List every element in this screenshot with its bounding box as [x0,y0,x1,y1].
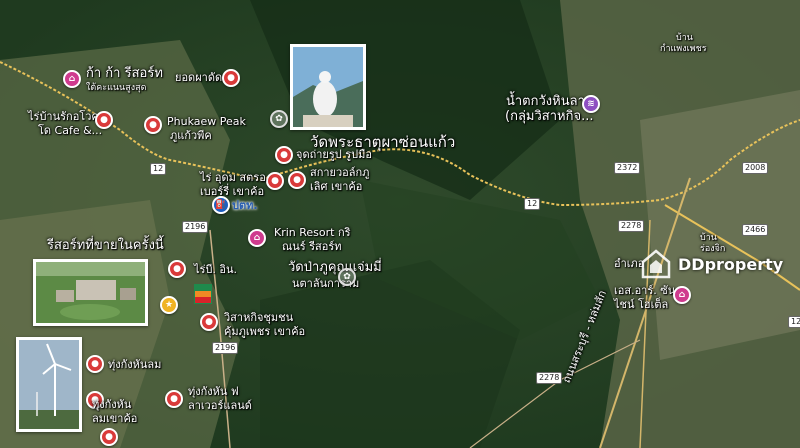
label-resort-sale: รีสอร์ทที่ขายในครั้งนี้ [47,238,164,253]
label-tungkanglom-fl-2: ลาเวอร์แลนด์ [188,399,252,412]
photo-pin-rai-in[interactable]: ● [168,260,186,278]
label-phukaew-1[interactable]: Phukaew Peak [167,115,246,128]
wind-turbine-photo[interactable] [16,337,82,432]
label-namtok-1[interactable]: น้ำตกวังหินลาด [506,94,593,109]
photo-pin-raiudom[interactable]: ● [266,172,284,190]
satellite-map[interactable]: ก้า ก้า รีสอร์ท ใต้คะแนนสูงสุด ⌂ ยอดผาดั… [0,0,800,448]
cafe-pin-raibanrak[interactable]: ● [95,111,113,129]
label-krin-1[interactable]: Krin Resort กริ [274,226,351,239]
label-raibanrak-2[interactable]: โด Cafe &... [38,124,102,137]
label-sakaya-1[interactable]: สกายวอล์กภู [310,166,369,179]
road-shield-2278-b: 2278 [536,372,563,384]
ddproperty-wordmark: DDproperty [678,254,784,274]
road-shield-2196-a: 2196 [182,221,209,233]
photo-pin-tungkanglom-flower[interactable]: ● [165,390,183,408]
photo-pin-viewpoint[interactable]: ● [275,146,293,164]
road-shield-2466: 2466 [742,224,769,236]
hotel-pin-kakaresort[interactable]: ⌂ [63,70,81,88]
label-wat2-1[interactable]: วัดป่าภูคุณแจ่มมี่ [288,260,382,275]
label-sakaya-2: เลิศ เขาค้อ [310,180,363,193]
label-kakaresort-sub: ใต้คะแนนสูงสุด [86,83,147,93]
label-raiudom-1[interactable]: ไร่ อุดม สตรอ [200,171,266,184]
wind-turbine-image [19,340,79,429]
label-witsahakit-2: คุ้มภูเพชร เขาค้อ [224,325,306,338]
label-sr-1[interactable]: เอส.อาร์. ซัน [614,284,675,297]
label-viewpoint[interactable]: จุดถ่ายรูป รูปมือ [296,148,372,161]
label-raiudom-2: เบอร์รี่ เขาค้อ [200,185,265,198]
ddproperty-watermark: DDproperty [640,248,783,280]
label-namtok-2: (กลุ่มวิสาหกิจ... [505,109,594,124]
photo-pin-witsahakit[interactable]: ● [200,313,218,331]
label-ban-kamphet-2: กำแพงเพชร [660,44,707,54]
label-ban-kamphet-1: บ้าน [676,33,693,43]
convenience-store-icon[interactable] [194,284,212,304]
label-witsahakit-1[interactable]: วิสาหกิจชุมชน [224,311,293,324]
label-ptt[interactable]: ปตท. [232,199,258,212]
gas-station-pin[interactable]: ⛽ [212,196,230,214]
hotel-pin-sr[interactable]: ⌂ [673,286,691,304]
label-sr-2: ไชน์ โฮเต็ล [614,298,669,311]
landmark-pin-wat[interactable]: ✿ [270,110,288,128]
label-tungkanglom2-2: ลมเขาค้อ [92,412,138,425]
photo-pin-tungkanglom[interactable]: ● [86,355,104,373]
label-tungkanglom2-1[interactable]: ทุ่งกังหัน [92,398,131,411]
temple-photo[interactable] [290,44,366,130]
label-rai-in[interactable]: ไร่บี. อิน. [194,263,237,276]
star-pin[interactable]: ★ [160,296,178,314]
road-shield-2372: 2372 [614,162,641,174]
photo-pin-sakaya[interactable]: ● [288,171,306,189]
road-shield-2196-b: 2196 [212,342,239,354]
road-shield-12-c: 12 [788,316,800,328]
label-tungkanglom[interactable]: ทุ่งกังหันลม [108,358,161,371]
road-shield-12-b: 12 [524,198,541,210]
road-shield-2278-a: 2278 [618,220,645,232]
photo-pin-bottom[interactable]: ● [100,428,118,446]
label-ban-right-1: บ้าน [700,233,717,243]
temple-image [293,47,363,127]
label-yodphadet[interactable]: ยอดผาดัด [175,71,222,84]
label-tungkanglom-fl-1[interactable]: ทุ่งกังหัน ฟ [188,385,239,398]
resort-image [36,262,145,323]
landmark-pin-wat2[interactable]: ✿ [338,268,356,286]
road-shield-2008: 2008 [742,162,769,174]
road-shield-12-a: 12 [150,163,167,175]
photo-pin-phukaew[interactable]: ● [144,116,162,134]
label-raibanrak-1[interactable]: ไร่บ้านรักอโวคา [28,110,105,123]
label-krin-2: ณนร์ รีสอร์ท [282,240,342,253]
resort-photo[interactable] [33,259,148,326]
label-kakaresort[interactable]: ก้า ก้า รีสอร์ท [86,66,163,81]
photo-pin-yodphadet[interactable]: ● [222,69,240,87]
hotel-pin-krin[interactable]: ⌂ [248,229,266,247]
label-phukaew-2: ภูแก้วพีค [170,129,212,142]
ddproperty-logo-icon [641,249,671,279]
waterfall-pin-namtok[interactable]: ≋ [582,95,600,113]
